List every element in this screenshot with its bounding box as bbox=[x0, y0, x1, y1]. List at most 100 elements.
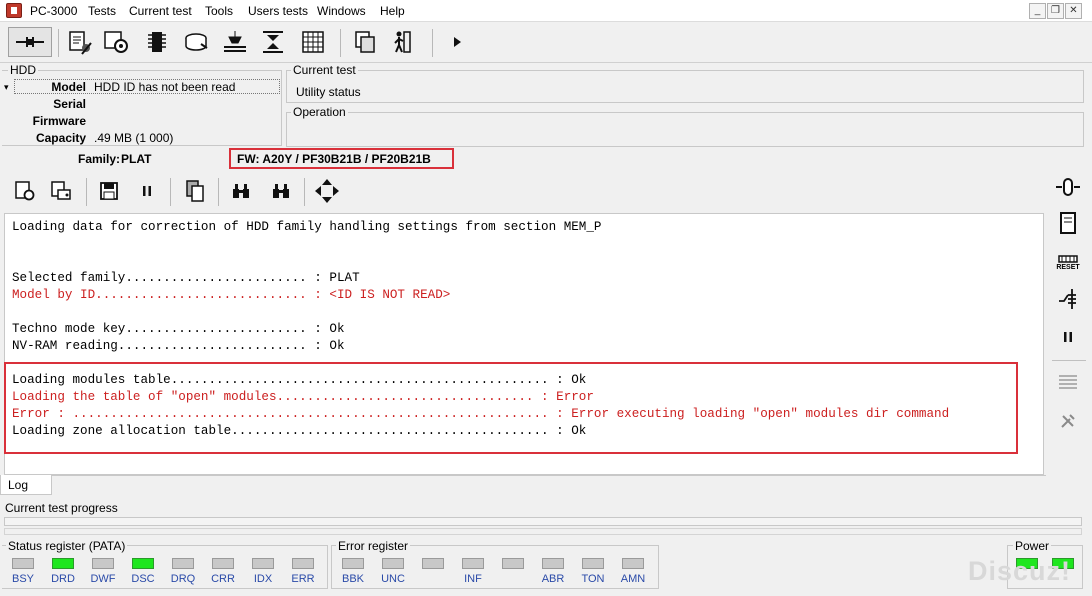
led-unused bbox=[422, 558, 444, 569]
head-icon bbox=[224, 31, 246, 52]
led-bsy bbox=[12, 558, 34, 569]
tool-arm-icon bbox=[1059, 289, 1076, 309]
binoculars-icon bbox=[233, 184, 249, 198]
led-drq bbox=[172, 558, 194, 569]
pause-icon bbox=[143, 186, 151, 196]
led-label: INF bbox=[464, 573, 482, 585]
minimize-button[interactable]: _ bbox=[1029, 3, 1046, 19]
log-line: Loading data for correction of HDD famil… bbox=[12, 220, 602, 234]
connect-button[interactable] bbox=[8, 27, 52, 57]
toolbar-separator bbox=[218, 178, 219, 206]
head-button[interactable] bbox=[220, 27, 250, 57]
capacity-value: .49 MB (1 000) bbox=[94, 131, 174, 145]
led-label: TON bbox=[581, 573, 605, 585]
restore-button[interactable]: ❐ bbox=[1047, 3, 1064, 19]
operation-title: Operation bbox=[291, 105, 348, 119]
operation-group: Operation bbox=[286, 105, 1084, 147]
power-switch-icon bbox=[1056, 178, 1080, 196]
copy-icon bbox=[186, 180, 204, 202]
model-value: HDD ID has not been read bbox=[94, 80, 236, 94]
led-drd bbox=[52, 558, 74, 569]
main-toolbar bbox=[0, 23, 1092, 63]
menu-users-tests[interactable]: Users tests bbox=[248, 4, 308, 18]
copy-windows-button[interactable] bbox=[350, 27, 380, 57]
led-label: IDX bbox=[253, 573, 273, 585]
dropdown-arrow-icon[interactable]: ▾ bbox=[4, 82, 9, 93]
led-label: UNC bbox=[381, 573, 405, 585]
log-options-button[interactable] bbox=[10, 176, 40, 206]
led-dsc bbox=[132, 558, 154, 569]
menu-bar: PC-3000 Tests Current test Tools Users t… bbox=[0, 0, 1092, 22]
menu-help[interactable]: Help bbox=[380, 4, 405, 18]
led-label: DSC bbox=[131, 573, 155, 585]
log-save-all-button[interactable] bbox=[46, 176, 76, 206]
app-logo-icon[interactable] bbox=[6, 3, 22, 18]
play-button[interactable] bbox=[442, 27, 472, 57]
log-line: Techno mode key........................ … bbox=[12, 322, 345, 336]
fw-version-text: FW: A20Y / PF30B21B / PF20B21B bbox=[237, 152, 431, 166]
find-next-button[interactable] bbox=[266, 176, 296, 206]
status-register-title: Status register (PATA) bbox=[6, 539, 128, 553]
watermark: Discuz! bbox=[968, 556, 1072, 586]
panel-separator bbox=[1052, 360, 1086, 361]
fw-version-box: FW: A20Y / PF30B21B / PF20B21B bbox=[229, 148, 454, 169]
status-register-group: Status register (PATA) BSY DRD DWF DSC D… bbox=[2, 539, 328, 589]
drive-button[interactable] bbox=[1054, 210, 1082, 236]
led-abr bbox=[542, 558, 564, 569]
log-line: NV-RAM reading......................... … bbox=[12, 339, 345, 353]
wrench-button[interactable] bbox=[1054, 408, 1082, 434]
test-tools-button[interactable] bbox=[66, 27, 96, 57]
power-title: Power bbox=[1013, 539, 1052, 553]
reset-button[interactable]: RESET bbox=[1054, 248, 1082, 274]
pause-log-button[interactable] bbox=[132, 176, 162, 206]
current-test-value: Utility status bbox=[296, 85, 361, 99]
copy-log-button[interactable] bbox=[180, 176, 210, 206]
app-title-menu[interactable]: PC-3000 bbox=[30, 4, 77, 18]
menu-tests[interactable]: Tests bbox=[88, 4, 116, 18]
settings-button[interactable] bbox=[102, 27, 132, 57]
menu-windows[interactable]: Windows bbox=[317, 4, 366, 18]
progress-bar-secondary bbox=[4, 528, 1082, 535]
find-button[interactable] bbox=[226, 176, 256, 206]
tab-log-label: Log bbox=[8, 478, 29, 492]
led-label: DRQ bbox=[170, 573, 196, 585]
led-unc bbox=[382, 558, 404, 569]
grid-button[interactable] bbox=[298, 27, 328, 57]
hdd-button[interactable] bbox=[182, 27, 212, 57]
connect-icon bbox=[16, 37, 44, 47]
pause-icon bbox=[1064, 332, 1072, 342]
toolbar-separator bbox=[304, 178, 305, 206]
hdd-icon bbox=[185, 33, 208, 51]
list-button[interactable] bbox=[1054, 370, 1082, 396]
progress-label: Current test progress bbox=[5, 501, 118, 515]
led-idx bbox=[252, 558, 274, 569]
run-man-button[interactable] bbox=[388, 27, 418, 57]
save-log-button[interactable] bbox=[94, 176, 124, 206]
right-pause-button[interactable] bbox=[1054, 324, 1082, 350]
family-label: Family: bbox=[78, 152, 121, 166]
navigate-button[interactable] bbox=[312, 176, 342, 206]
model-label: Model bbox=[51, 80, 86, 94]
menu-tools[interactable]: Tools bbox=[205, 4, 233, 18]
binoculars-next-icon bbox=[273, 184, 289, 198]
tab-log[interactable]: Log bbox=[0, 475, 52, 495]
tool-arm-button[interactable] bbox=[1054, 286, 1082, 312]
progress-bar bbox=[4, 517, 1082, 526]
capacity-label: Capacity bbox=[35, 131, 86, 145]
led-err bbox=[292, 558, 314, 569]
close-button[interactable]: ✕ bbox=[1065, 3, 1082, 19]
page-drive-icon bbox=[51, 181, 71, 200]
error-highlight-box bbox=[4, 362, 1018, 454]
current-test-title: Current test bbox=[291, 63, 358, 77]
head-map-button[interactable] bbox=[258, 27, 288, 57]
run-man-icon bbox=[394, 31, 411, 53]
led-label: ABR bbox=[541, 573, 565, 585]
toolbar-separator bbox=[170, 178, 171, 206]
power-switch-button[interactable] bbox=[1054, 174, 1082, 200]
chip-button[interactable] bbox=[142, 27, 172, 57]
page-gear-icon bbox=[15, 181, 35, 201]
led-dwf bbox=[92, 558, 114, 569]
led-bbk bbox=[342, 558, 364, 569]
menu-current-test[interactable]: Current test bbox=[129, 4, 192, 18]
reset-label: RESET bbox=[1056, 263, 1080, 271]
